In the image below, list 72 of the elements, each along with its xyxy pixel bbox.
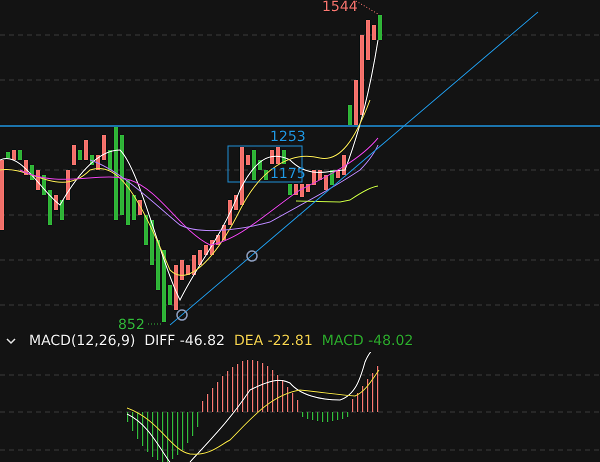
diff-value: DIFF -46.82	[144, 333, 225, 349]
candle	[180, 260, 184, 280]
candle	[216, 235, 220, 245]
dea-value: DEA -22.81	[234, 333, 313, 349]
candle	[336, 170, 340, 178]
candle	[270, 150, 274, 164]
candle	[66, 170, 70, 200]
candle	[372, 25, 376, 40]
candle	[312, 170, 316, 185]
candle	[276, 147, 280, 164]
candle	[342, 155, 346, 175]
candle	[54, 195, 58, 210]
candle	[240, 147, 244, 205]
candle	[0, 160, 4, 230]
candle	[300, 184, 304, 197]
candle	[96, 155, 100, 170]
candle	[186, 265, 190, 275]
candle	[318, 170, 322, 180]
candle	[294, 184, 298, 195]
indicator-name: MACD(12,26,9)	[29, 333, 136, 349]
candle	[204, 245, 208, 255]
candle	[288, 184, 292, 195]
candle	[222, 225, 226, 240]
candle	[234, 195, 238, 210]
candle	[150, 220, 154, 265]
candle	[90, 155, 94, 165]
candle	[168, 285, 172, 305]
candle	[264, 170, 268, 180]
macd-value: MACD -48.02	[322, 333, 414, 349]
candle	[30, 165, 34, 180]
candle	[60, 200, 64, 220]
candle	[72, 145, 76, 165]
candle	[12, 150, 16, 160]
candle	[174, 265, 178, 310]
candle	[306, 184, 310, 192]
candle	[132, 195, 136, 220]
marker-circle	[246, 250, 258, 262]
candle	[228, 200, 232, 225]
candle	[246, 155, 250, 165]
low-price-label: 852	[118, 317, 145, 330]
candle	[366, 20, 370, 60]
candle	[36, 170, 40, 190]
candle	[48, 190, 52, 225]
candle	[330, 170, 334, 185]
marker-circle	[176, 309, 188, 321]
chevron-icon[interactable]	[6, 336, 16, 346]
candle	[78, 150, 82, 160]
candle	[252, 150, 256, 180]
candle	[192, 255, 196, 275]
candle	[378, 15, 382, 40]
candle	[258, 160, 262, 170]
candle	[354, 80, 358, 125]
candle	[108, 150, 112, 170]
candle	[162, 250, 166, 322]
candle	[24, 160, 28, 175]
candle	[126, 180, 130, 225]
candle	[156, 240, 160, 290]
candle	[282, 150, 286, 164]
candle	[198, 250, 202, 265]
candle	[210, 240, 214, 255]
candle	[144, 215, 148, 245]
leader-line	[356, 0, 378, 14]
high-price-label: 1544	[322, 0, 358, 15]
candle	[138, 200, 142, 215]
candle	[324, 175, 328, 190]
candle	[42, 175, 46, 195]
price-label: 1253	[270, 129, 306, 145]
candle	[102, 135, 106, 160]
candle	[84, 140, 88, 160]
candle	[6, 152, 10, 158]
candle	[18, 150, 22, 160]
candle	[348, 105, 352, 125]
